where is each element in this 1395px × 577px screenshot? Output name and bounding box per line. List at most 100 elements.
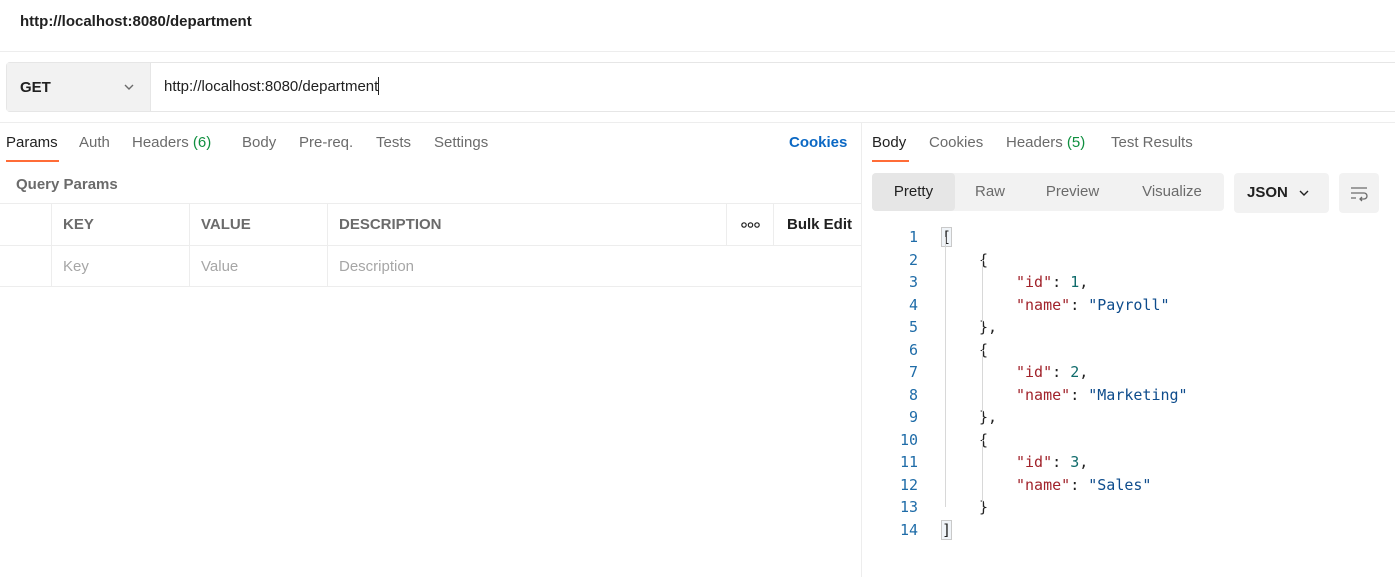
url-value: http://localhost:8080/department (164, 78, 379, 95)
code-line: 1[ (872, 226, 1392, 249)
code-text: { (979, 250, 989, 269)
line-number: 4 (908, 295, 918, 314)
line-number: 6 (908, 340, 918, 359)
value-column-header: VALUE (189, 204, 327, 245)
tab-headers[interactable]: Headers (6) (132, 134, 211, 151)
code-line: 2{ (872, 249, 1392, 272)
method-select[interactable]: GET (7, 63, 151, 111)
code-text: "id": 1, (1016, 273, 1089, 291)
format-select[interactable]: JSON (1234, 173, 1329, 213)
code-line: 13} (872, 496, 1392, 519)
code-line: 8 "name": "Marketing" (872, 384, 1392, 407)
code-text: [ (940, 227, 953, 247)
indent-guide (945, 237, 946, 507)
line-number: 13 (899, 498, 918, 516)
code-line: 4 "name": "Payroll" (872, 294, 1392, 317)
value-input[interactable]: Value (189, 246, 327, 287)
query-params-table: KEY VALUE DESCRIPTION Bulk Edit Key Valu… (0, 203, 861, 287)
query-params-heading: Query Params (16, 176, 118, 193)
tab-label: Cookies (929, 134, 984, 151)
tab-settings[interactable]: Settings (434, 134, 488, 151)
view-pretty[interactable]: Pretty (872, 173, 955, 211)
view-raw[interactable]: Raw (955, 173, 1025, 211)
code-line: 11 "id": 3, (872, 451, 1392, 474)
code-text: } (979, 498, 989, 516)
view-preview[interactable]: Preview (1025, 173, 1120, 211)
wrap-lines-button[interactable] (1339, 173, 1379, 213)
line-number: 14 (899, 520, 918, 539)
code-text: { (979, 340, 989, 359)
code-line: 5}, (872, 316, 1392, 339)
tab-count: (5) (1066, 134, 1086, 151)
cookies-link[interactable]: Cookies (789, 134, 847, 151)
view-visualize[interactable]: Visualize (1120, 173, 1224, 211)
url-bar: GET http://localhost:8080/department (6, 62, 1395, 112)
pane-splitter[interactable] (861, 123, 862, 577)
bulk-edit-button[interactable]: Bulk Edit (773, 204, 861, 245)
tab-label: Headers (1006, 134, 1063, 151)
tab-label: Settings (434, 134, 489, 151)
tab-label: Headers (132, 134, 189, 151)
code-text: "name": "Payroll" (1016, 295, 1170, 314)
code-text: "name": "Sales" (1016, 475, 1152, 494)
code-text: "name": "Marketing" (1016, 385, 1188, 404)
tab-label: Params (6, 134, 58, 151)
tab-label: Auth (79, 134, 110, 151)
method-label: GET (20, 79, 51, 96)
response-tab-cookies[interactable]: Cookies (929, 134, 983, 151)
line-number: 5 (908, 318, 918, 336)
wrap-lines-icon (1351, 187, 1368, 202)
response-tab-headers[interactable]: Headers (5) (1006, 134, 1085, 151)
request-title-bar: http://localhost:8080/department (0, 0, 1395, 52)
tab-label: Tests (376, 134, 412, 151)
table-row: Key Value Description (0, 245, 861, 287)
view-mode-selector: Pretty Raw Preview Visualize (872, 173, 1224, 211)
code-text: { (979, 430, 989, 449)
more-options-button[interactable] (726, 204, 773, 245)
code-line: 3 "id": 1, (872, 271, 1392, 294)
line-number: 9 (908, 408, 918, 426)
more-options-icon (741, 222, 760, 228)
key-column-header: KEY (51, 204, 189, 245)
tab-count: (6) (192, 134, 212, 151)
response-body-viewer[interactable]: 1[2{3 "id": 1, 4 "name": "Payroll" 5}, 6{7 "id… (872, 226, 1392, 541)
tab-label: Body (872, 134, 907, 151)
tab-tests[interactable]: Tests (376, 134, 411, 151)
response-tab-test-results[interactable]: Test Results (1111, 134, 1193, 151)
code-text: "id": 2, (1016, 363, 1089, 381)
code-line: 14] (872, 519, 1392, 542)
code-line: 7 "id": 2, (872, 361, 1392, 384)
description-input[interactable]: Description (327, 246, 861, 287)
chevron-down-icon (1299, 190, 1309, 196)
tab-params[interactable]: Params (6, 134, 58, 151)
request-title[interactable]: http://localhost:8080/department (20, 13, 252, 30)
format-label: JSON (1247, 184, 1288, 201)
key-input[interactable]: Key (51, 246, 189, 287)
response-tab-body[interactable]: Body (872, 134, 906, 151)
code-line: 9}, (872, 406, 1392, 429)
line-number: 12 (899, 475, 918, 494)
indent-guide (982, 259, 983, 327)
tab-body[interactable]: Body (242, 134, 276, 151)
indent-guide (982, 349, 983, 417)
line-number: 3 (908, 273, 918, 291)
tab-label: Body (242, 134, 277, 151)
line-number: 1 (908, 228, 918, 246)
text-caret (378, 77, 380, 95)
tab-auth[interactable]: Auth (79, 134, 110, 151)
indent-guide (982, 439, 983, 507)
table-header-row: KEY VALUE DESCRIPTION Bulk Edit (0, 203, 861, 245)
url-input[interactable]: http://localhost:8080/department (164, 77, 380, 95)
divider (0, 122, 1395, 123)
code-line: 12 "name": "Sales" (872, 474, 1392, 497)
line-number: 10 (899, 430, 918, 449)
tab-pre-request[interactable]: Pre-req. (299, 134, 353, 151)
code-text: ] (940, 519, 953, 540)
description-column-header: DESCRIPTION (327, 204, 726, 245)
line-number: 11 (899, 453, 918, 471)
line-number: 8 (908, 385, 918, 404)
active-tab-indicator (872, 160, 909, 162)
code-line: 6{ (872, 339, 1392, 362)
chevron-down-icon (124, 84, 134, 90)
tab-label: Test Results (1111, 134, 1193, 151)
